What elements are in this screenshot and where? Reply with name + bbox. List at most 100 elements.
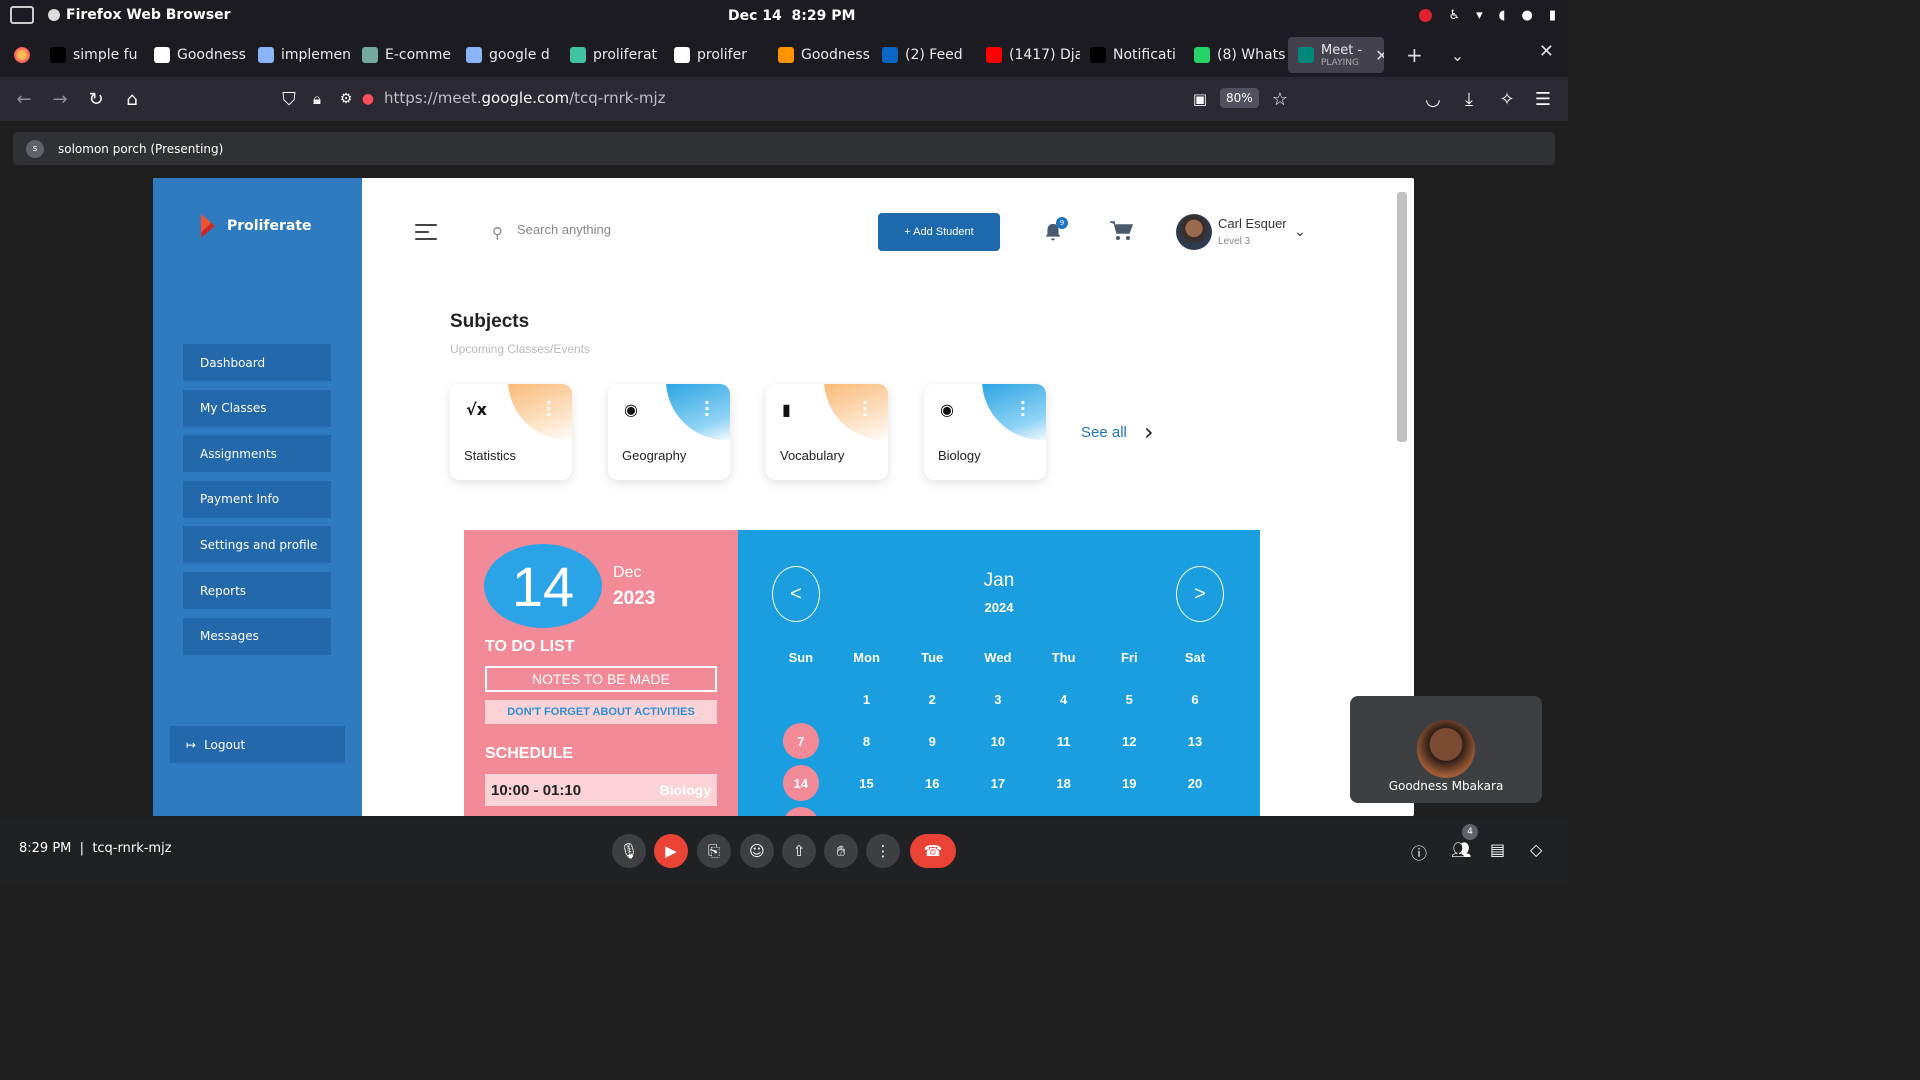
- more-vertical-icon[interactable]: · · ·: [546, 395, 552, 423]
- calendar-day[interactable]: 2: [899, 692, 965, 707]
- pocket-icon[interactable]: ◡: [1415, 83, 1451, 115]
- end-call-icon[interactable]: ☎: [910, 834, 956, 868]
- tab-11[interactable]: Notificati: [1080, 37, 1184, 73]
- tab-7[interactable]: prolifer: [664, 37, 768, 73]
- calendar-day[interactable]: 14: [768, 765, 834, 801]
- calendar-day[interactable]: 10: [965, 734, 1031, 749]
- clock[interactable]: Dec 14 8:29 PM: [728, 8, 855, 24]
- participant-tile[interactable]: Goodness Mbakara: [1350, 696, 1542, 803]
- close-tab-icon[interactable]: ✕: [1375, 46, 1384, 65]
- present-screen-icon[interactable]: ⇧: [782, 834, 816, 868]
- calendar-day[interactable]: 16: [899, 776, 965, 791]
- tab-9[interactable]: (2) Feed: [872, 37, 976, 73]
- microphone-icon[interactable]: 🎙︎: [612, 834, 646, 868]
- tab-meet-active[interactable]: Meet - PLAYING ✕: [1288, 37, 1384, 73]
- tab-8[interactable]: Goodness: [768, 37, 872, 73]
- sidebar-item-reports[interactable]: Reports: [183, 572, 331, 609]
- calendar-day[interactable]: 11: [1031, 734, 1097, 749]
- forward-icon[interactable]: →: [42, 83, 78, 115]
- alert-icon[interactable]: [1419, 9, 1433, 22]
- sidebar-item-messages[interactable]: Messages: [183, 617, 331, 655]
- subject-card[interactable]: · · · √x Statistics: [450, 384, 572, 480]
- schedule-row[interactable]: 10:00 - 01:10 Biology: [485, 774, 717, 806]
- bookmark-star-icon[interactable]: ☆: [1262, 83, 1298, 115]
- calendar-day[interactable]: 5: [1096, 692, 1162, 707]
- calendar-day[interactable]: 12: [1096, 734, 1162, 749]
- more-vertical-icon[interactable]: · · ·: [1020, 395, 1026, 423]
- app-menu[interactable]: Firefox Web Browser: [48, 7, 231, 23]
- wifi-icon[interactable]: ▾: [1476, 8, 1483, 23]
- more-options-icon[interactable]: ⋮: [866, 834, 900, 868]
- new-tab-icon[interactable]: +: [1406, 43, 1423, 67]
- zoom-level[interactable]: 80%: [1220, 88, 1259, 108]
- downloads-icon[interactable]: ⤓: [1451, 83, 1487, 115]
- back-icon[interactable]: ←: [6, 83, 42, 115]
- calendar-day[interactable]: 15: [834, 776, 900, 791]
- firefox-view-icon[interactable]: [4, 39, 40, 71]
- chat-icon[interactable]: ▤: [1490, 840, 1505, 859]
- scrollbar[interactable]: [1397, 192, 1407, 442]
- chevron-down-icon[interactable]: ⌄: [1294, 224, 1306, 240]
- calendar-day[interactable]: 7: [768, 723, 834, 759]
- tab-10[interactable]: (1417) Dja: [976, 37, 1080, 73]
- menu-icon[interactable]: ☰: [1525, 83, 1561, 115]
- tab-12[interactable]: (8) Whats: [1184, 37, 1288, 73]
- subject-card[interactable]: · · · ▮ Vocabulary: [766, 384, 888, 480]
- add-student-button[interactable]: + Add Student: [878, 213, 1000, 251]
- mic-icon[interactable]: ●: [1522, 8, 1533, 23]
- more-vertical-icon[interactable]: · · ·: [704, 395, 710, 423]
- home-icon[interactable]: ⌂: [114, 83, 150, 115]
- sidebar-item-dashboard[interactable]: Dashboard: [183, 344, 331, 381]
- chevron-right-icon[interactable]: ›: [1144, 418, 1154, 446]
- battery-icon[interactable]: ▮: [1549, 8, 1556, 23]
- subject-card[interactable]: · · · ◉ Geography: [608, 384, 730, 480]
- avatar[interactable]: [1176, 214, 1212, 250]
- calendar-day[interactable]: 19: [1096, 776, 1162, 791]
- captions-icon[interactable]: ⎘: [697, 834, 731, 868]
- people-icon[interactable]: 👥︎: [1451, 840, 1471, 859]
- hamburger-menu-icon[interactable]: [415, 224, 437, 245]
- url-bar[interactable]: https://meet.google.com/tcq-rnrk-mjz: [384, 89, 666, 107]
- sidebar-item-assignments[interactable]: Assignments: [183, 435, 331, 473]
- todo-item[interactable]: DON'T FORGET ABOUT ACTIVITIES: [485, 700, 717, 724]
- calendar-day[interactable]: 1: [834, 692, 900, 707]
- calendar-day[interactable]: 21: [768, 807, 834, 816]
- sidebar-item-payment-info[interactable]: Payment Info: [183, 480, 331, 518]
- tab-6[interactable]: proliferat: [560, 37, 664, 73]
- raise-hand-icon[interactable]: ✋︎: [824, 834, 858, 868]
- cart-icon[interactable]: [1109, 220, 1133, 242]
- tab-5[interactable]: google d: [456, 37, 560, 73]
- volume-icon[interactable]: ◖: [1499, 8, 1506, 23]
- see-all-link[interactable]: See all: [1081, 424, 1127, 441]
- close-window-icon[interactable]: ✕: [1539, 41, 1554, 62]
- sidebar-item-settings-and-profile[interactable]: Settings and profile: [183, 526, 331, 564]
- activities-icon[interactable]: [10, 6, 34, 24]
- tab-1[interactable]: simple fu: [40, 37, 144, 73]
- todo-item[interactable]: NOTES TO BE MADE: [485, 666, 717, 692]
- calendar-day[interactable]: 4: [1031, 692, 1097, 707]
- calendar-day[interactable]: 3: [965, 692, 1031, 707]
- calendar-day[interactable]: 8: [834, 734, 900, 749]
- list-tabs-chevron-icon[interactable]: ⌄: [1451, 46, 1464, 65]
- sidebar-item-my-classes[interactable]: My Classes: [183, 389, 331, 427]
- search-input[interactable]: [517, 222, 717, 237]
- calendar-day[interactable]: 20: [1162, 776, 1228, 791]
- calendar-day[interactable]: 13: [1162, 734, 1228, 749]
- calendar-day[interactable]: 6: [1162, 692, 1228, 707]
- logout-button[interactable]: ↦ Logout: [170, 726, 345, 763]
- calendar-day[interactable]: 17: [965, 776, 1031, 791]
- more-vertical-icon[interactable]: · · ·: [862, 395, 868, 423]
- mic-permission-icon[interactable]: ●: [350, 83, 386, 115]
- calendar-day[interactable]: 18: [1031, 776, 1097, 791]
- tab-2[interactable]: Goodness: [144, 37, 248, 73]
- extensions-icon[interactable]: ✧: [1489, 83, 1525, 115]
- activities-icon[interactable]: ◇: [1530, 840, 1542, 859]
- meeting-details-icon[interactable]: ⓘ: [1411, 840, 1427, 864]
- emoji-icon[interactable]: ☺: [740, 834, 774, 868]
- accessibility-icon[interactable]: ♿: [1448, 8, 1460, 23]
- tab-4[interactable]: E-comme: [352, 37, 456, 73]
- brand-logo[interactable]: Proliferate: [201, 214, 312, 238]
- camera-off-icon[interactable]: ▶: [654, 834, 688, 868]
- pip-icon[interactable]: ▣: [1182, 83, 1218, 115]
- calendar-day[interactable]: 9: [899, 734, 965, 749]
